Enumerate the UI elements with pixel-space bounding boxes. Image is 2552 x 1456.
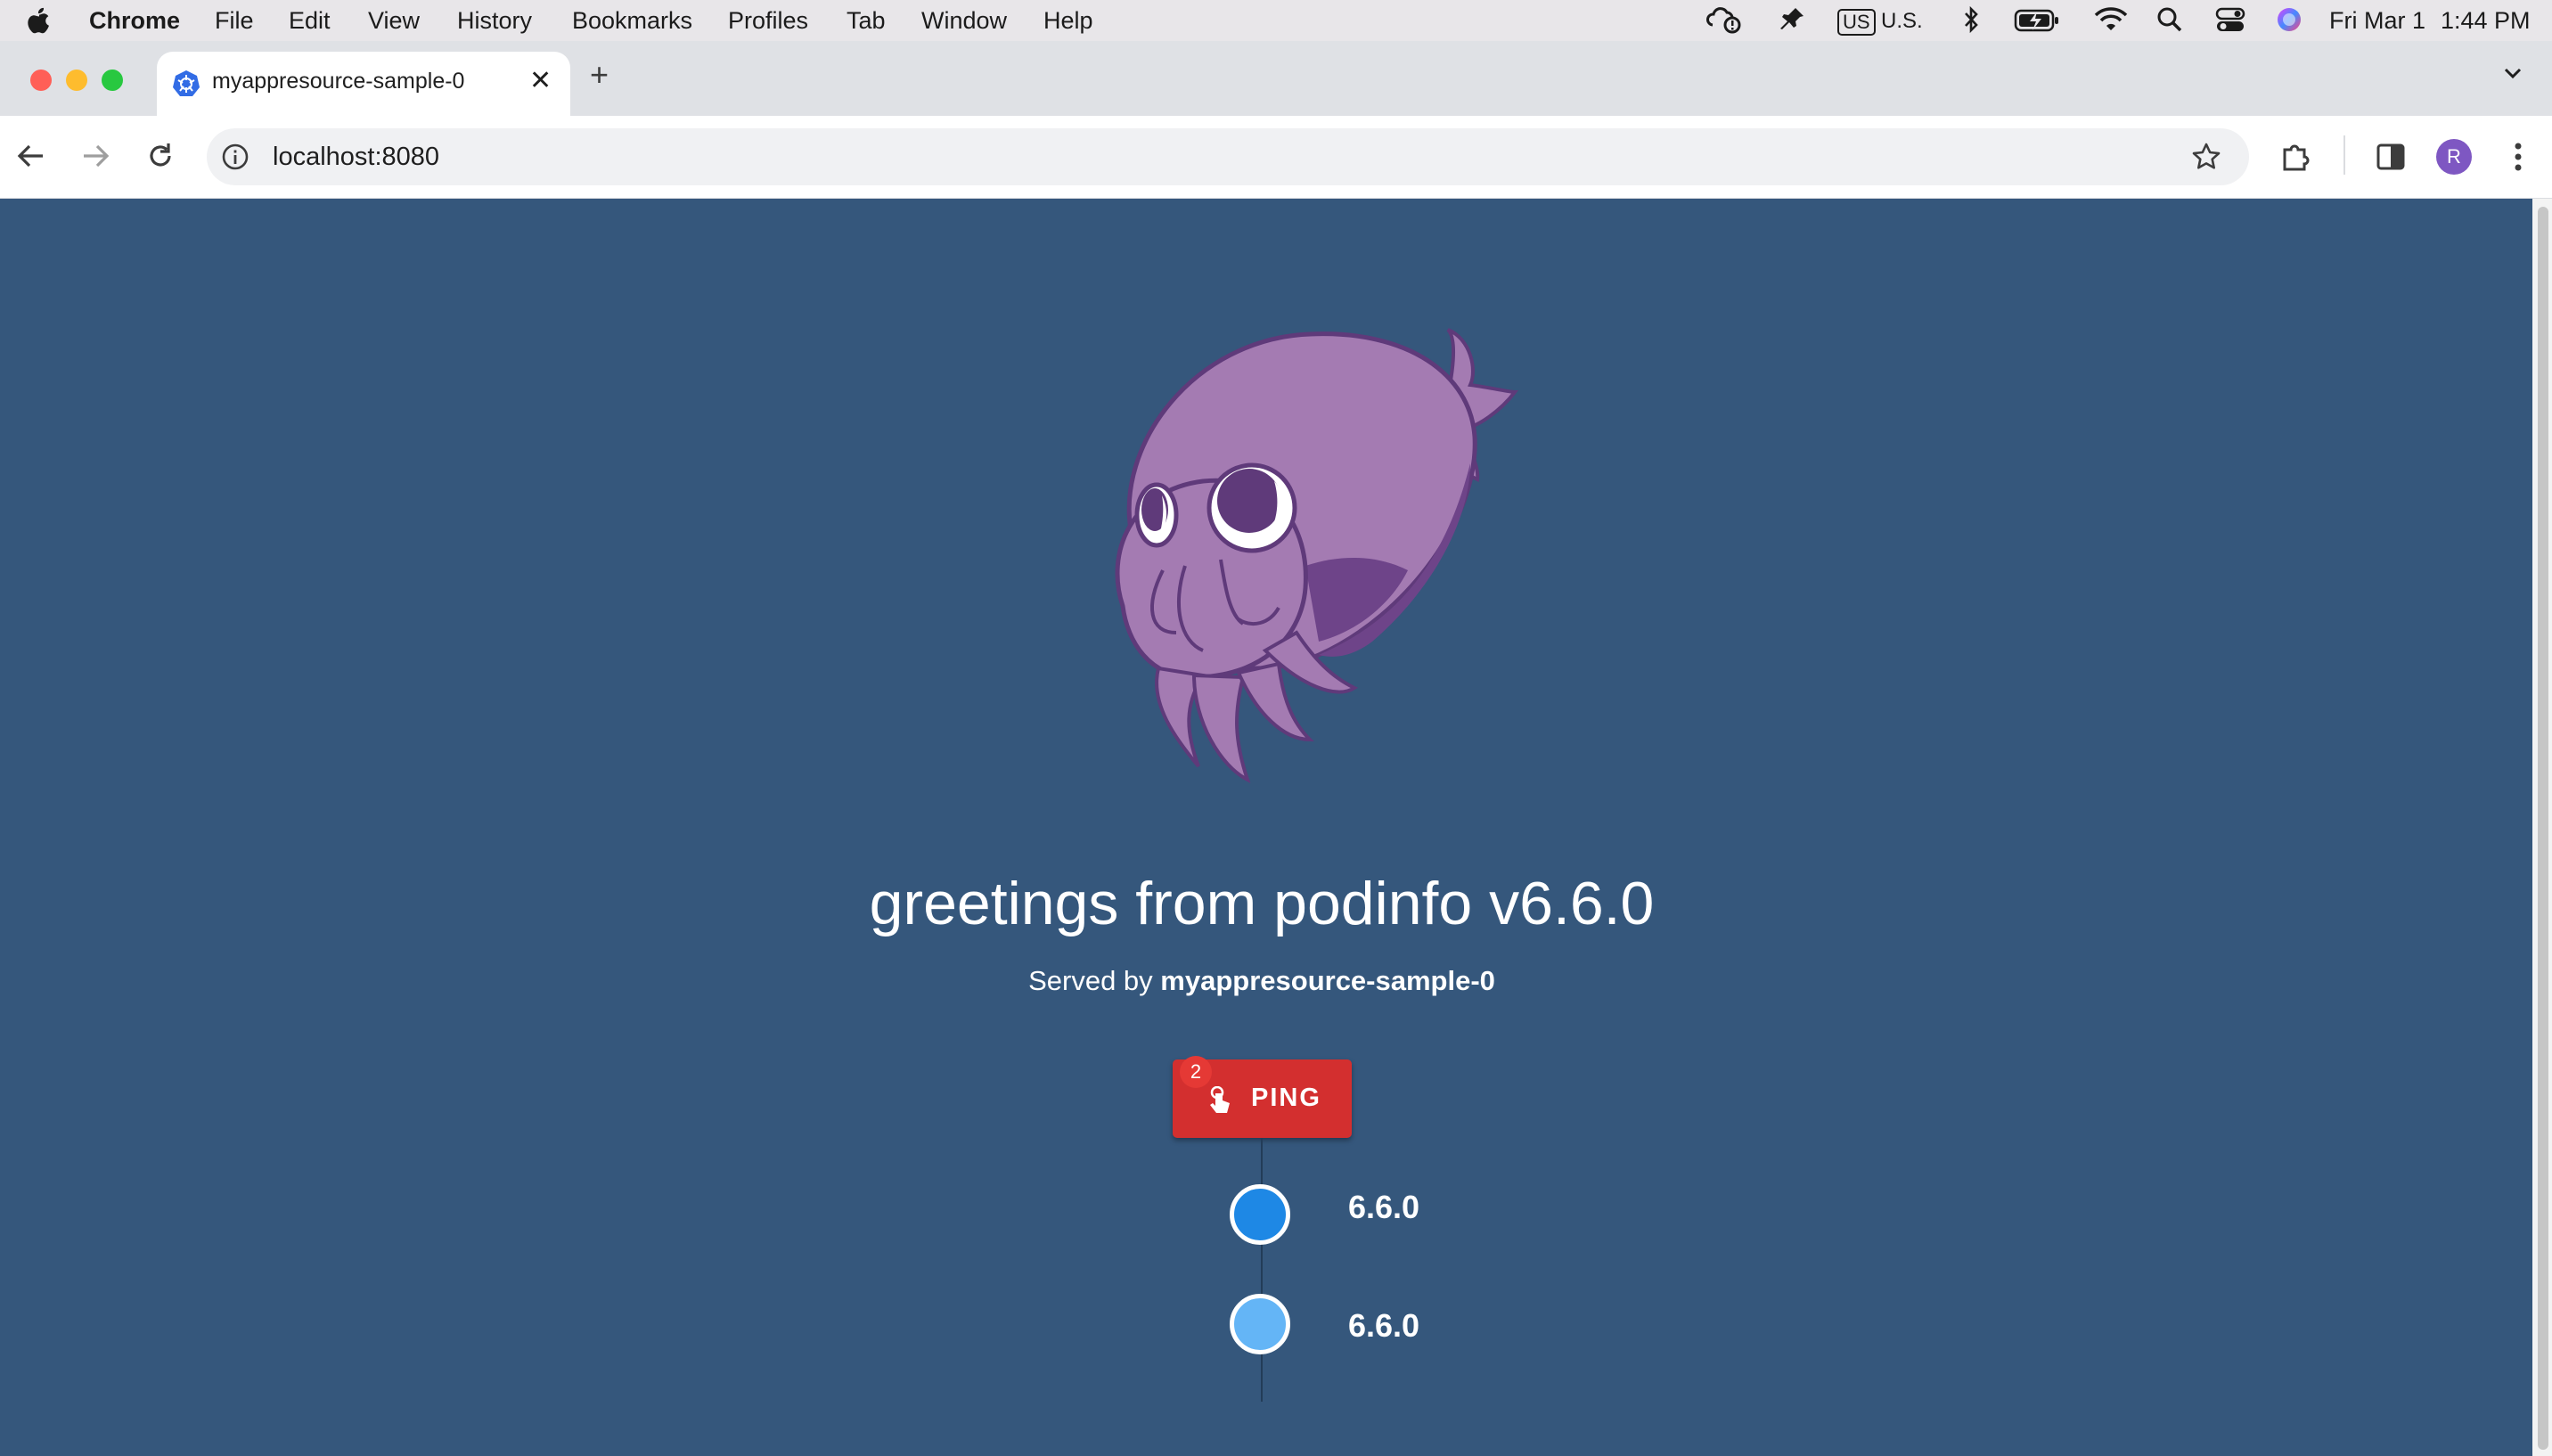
control-center-icon[interactable]: [2215, 5, 2245, 40]
scrollbar-thumb[interactable]: [2538, 207, 2548, 1450]
address-url[interactable]: localhost:8080: [273, 143, 439, 172]
touch-hand-icon: [1208, 1085, 1233, 1119]
timeline-line: [1261, 1138, 1263, 1402]
window-minimize-button[interactable]: [66, 70, 87, 91]
menu-bookmarks[interactable]: Bookmarks: [572, 7, 692, 35]
input-source-badge: US: [1837, 9, 1876, 36]
extensions-puzzle-icon[interactable]: [2279, 141, 2311, 177]
ping-button-label: PING: [1251, 1084, 1321, 1112]
menu-edit[interactable]: Edit: [289, 7, 331, 35]
menu-time[interactable]: 1:44 PM: [2441, 7, 2531, 35]
input-source-badge-icon[interactable]: US: [1837, 7, 1876, 36]
tab-search-chevron-icon[interactable]: [2502, 62, 2523, 88]
menu-app-name[interactable]: Chrome: [89, 7, 180, 35]
menu-file[interactable]: File: [215, 7, 254, 35]
served-prefix: Served by: [1028, 965, 1153, 996]
window-close-button[interactable]: [30, 70, 52, 91]
menu-profiles[interactable]: Profiles: [728, 7, 808, 35]
siri-icon[interactable]: [2275, 5, 2303, 40]
page-heading: greetings from podinfo v6.6.0: [869, 870, 1655, 937]
reload-icon[interactable]: [145, 141, 176, 176]
bookmark-star-icon[interactable]: [2190, 141, 2222, 177]
timeline-version-2: 6.6.0: [1348, 1307, 1420, 1344]
pin-tool-icon[interactable]: [1778, 5, 1806, 40]
apple-logo-icon[interactable]: [27, 7, 52, 40]
menu-history[interactable]: History: [457, 7, 532, 35]
menu-date[interactable]: Fri Mar 1: [2329, 7, 2425, 35]
ping-count-badge: 2: [1180, 1056, 1212, 1088]
tab-close-icon[interactable]: ✕: [529, 68, 552, 94]
served-by-text: Served by myappresource-sample-0: [0, 965, 2523, 997]
back-arrow-icon[interactable]: [16, 143, 46, 174]
timeline-version-1: 6.6.0: [1348, 1189, 1420, 1225]
new-tab-plus-icon[interactable]: +: [590, 59, 609, 91]
timeline-dot-1: [1230, 1184, 1290, 1245]
toolbar-divider: [2343, 135, 2345, 175]
podinfo-mascot-icon: [1115, 328, 1518, 783]
menu-tab[interactable]: Tab: [847, 7, 886, 35]
wifi-icon[interactable]: [2094, 5, 2128, 40]
menu-view[interactable]: View: [368, 7, 420, 35]
spotlight-search-icon[interactable]: [2156, 5, 2183, 40]
browser-tab-active[interactable]: myappresource-sample-0 ✕: [157, 52, 570, 116]
macos-menu-bar: Chrome File Edit View History Bookmarks …: [0, 0, 2552, 41]
side-panel-icon[interactable]: [2376, 143, 2406, 176]
cloud-alert-icon[interactable]: [1705, 5, 1743, 40]
profile-avatar[interactable]: R: [2436, 139, 2472, 175]
battery-charging-icon[interactable]: [2014, 5, 2060, 40]
menu-help[interactable]: Help: [1043, 7, 1093, 35]
forward-arrow-icon[interactable]: [80, 143, 110, 174]
more-menu-kebab-icon[interactable]: [2511, 141, 2525, 177]
address-bar[interactable]: localhost:8080: [207, 128, 2249, 185]
tab-title: myappresource-sample-0: [212, 69, 465, 94]
window-zoom-button[interactable]: [102, 70, 123, 91]
kubernetes-favicon-icon: [173, 70, 200, 101]
menu-window[interactable]: Window: [921, 7, 1007, 35]
bluetooth-icon[interactable]: [1960, 5, 1982, 40]
timeline-dot-2: [1230, 1294, 1290, 1354]
site-info-icon[interactable]: [221, 143, 249, 176]
served-host: myappresource-sample-0: [1160, 965, 1495, 996]
input-source-label[interactable]: U.S.: [1881, 9, 1923, 34]
